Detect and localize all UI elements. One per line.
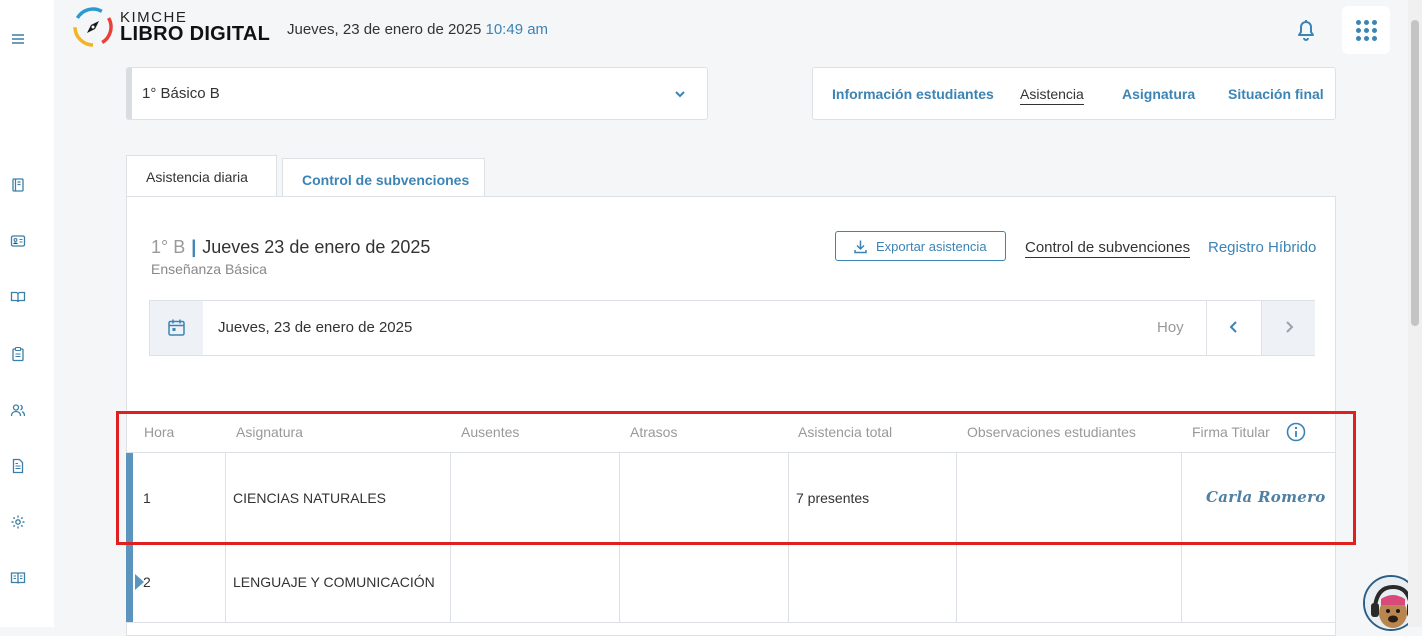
nav-tab-informacion-estudiantes[interactable]: Información estudiantes [832, 86, 994, 102]
export-attendance-button[interactable]: Exportar asistencia [835, 231, 1006, 261]
row-hora: 2 [143, 574, 151, 590]
row-status-bar [126, 543, 133, 622]
course-select[interactable]: 1° Básico B [126, 67, 708, 120]
table-row[interactable]: 1 CIENCIAS NATURALES 7 presentes Carla R… [126, 453, 1335, 543]
header-hora: Hora [144, 424, 175, 440]
section-nav: Información estudiantes Asistencia Asign… [812, 67, 1336, 120]
page-scrollbar[interactable] [1408, 0, 1422, 627]
table-cell [620, 453, 789, 542]
book-reader-icon[interactable] [10, 570, 26, 586]
clipboard-icon[interactable] [10, 346, 26, 362]
row-asistencia-total: 7 presentes [796, 490, 870, 506]
previous-day-button[interactable] [1206, 301, 1261, 355]
row-status-bar [126, 453, 133, 542]
title-date: Jueves 23 de enero de 2025 [202, 237, 431, 257]
kimche-logo-icon [72, 6, 114, 48]
table-cell [957, 453, 1182, 542]
selected-date[interactable]: Jueves, 23 de enero de 2025 [218, 319, 412, 336]
notifications-bell-icon[interactable] [1291, 15, 1321, 45]
current-datetime: Jueves, 23 de enero de 2025 10:49 am [287, 21, 548, 38]
sidebar [0, 0, 54, 627]
calendar-icon [168, 319, 185, 336]
header-asistencia-total: Asistencia total [798, 424, 893, 440]
apps-grid-icon [1356, 20, 1361, 25]
row-asignatura: LENGUAJE Y COMUNICACIÓN [233, 574, 435, 590]
current-time: 10:49 am [485, 21, 549, 38]
page-title: 1° B | Jueves 23 de enero de 2025 [151, 237, 430, 258]
calendar-button[interactable] [150, 301, 203, 355]
header-ausentes: Ausentes [461, 424, 520, 440]
table-cell [957, 543, 1182, 622]
tab-control-subvenciones[interactable]: Control de subvenciones [282, 158, 485, 197]
settings-icon[interactable] [10, 514, 26, 530]
nav-tab-asignatura[interactable]: Asignatura [1122, 86, 1195, 102]
menu-icon[interactable] [10, 31, 26, 47]
next-day-button[interactable] [1261, 301, 1315, 355]
document-icon[interactable] [10, 458, 26, 474]
table-cell [451, 453, 620, 542]
attendance-table-header: Hora Asignatura Ausentes Atrasos Asisten… [126, 413, 1335, 453]
row-hora: 1 [143, 490, 151, 506]
header-atrasos: Atrasos [630, 424, 678, 440]
course-code: 1° B [151, 237, 186, 257]
row-asignatura: CIENCIAS NATURALES [233, 490, 386, 506]
book-icon[interactable] [10, 177, 26, 193]
brand-product: LIBRO DIGITAL [120, 23, 271, 45]
table-cell [620, 543, 789, 622]
table-cell [789, 543, 957, 622]
id-card-icon[interactable] [10, 233, 26, 249]
top-bar: KIMCHE LIBRO DIGITAL Jueves, 23 de enero… [54, 0, 1408, 62]
date-picker-bar: Jueves, 23 de enero de 2025 Hoy [149, 300, 1315, 356]
table-cell [451, 543, 620, 622]
open-book-icon[interactable] [10, 289, 26, 305]
firma-titular-signature: Carla Romero [1206, 488, 1326, 506]
chevron-down-icon [675, 91, 685, 98]
users-icon[interactable] [10, 402, 26, 418]
registro-hibrido-link[interactable]: Registro Híbrido [1208, 239, 1316, 256]
header-firma-titular: Firma Titular [1192, 424, 1270, 440]
chevron-left-icon [1229, 321, 1237, 333]
export-attendance-label: Exportar asistencia [876, 239, 987, 254]
tab-asistencia-diaria[interactable]: Asistencia diaria [126, 155, 277, 197]
info-icon[interactable] [1286, 422, 1306, 442]
header-asignatura: Asignatura [236, 424, 303, 440]
title-separator: | [191, 237, 197, 257]
course-select-value: 1° Básico B [142, 85, 220, 102]
apps-grid-button[interactable] [1342, 6, 1390, 54]
scrollbar-thumb[interactable] [1411, 20, 1419, 326]
page-subtitle: Enseñanza Básica [151, 261, 267, 277]
chevron-right-icon [1286, 321, 1294, 333]
control-subvenciones-link[interactable]: Control de subvenciones [1025, 239, 1191, 258]
header-observaciones: Observaciones estudiantes [967, 424, 1136, 440]
nav-tab-asistencia[interactable]: Asistencia [1020, 86, 1084, 105]
download-icon [854, 240, 867, 254]
today-button[interactable]: Hoy [1157, 319, 1184, 336]
table-row[interactable]: 2 LENGUAJE Y COMUNICACIÓN [126, 543, 1335, 623]
current-date: Jueves, 23 de enero de 2025 [287, 21, 482, 38]
nav-tab-situacion-final[interactable]: Situación final [1228, 86, 1324, 102]
